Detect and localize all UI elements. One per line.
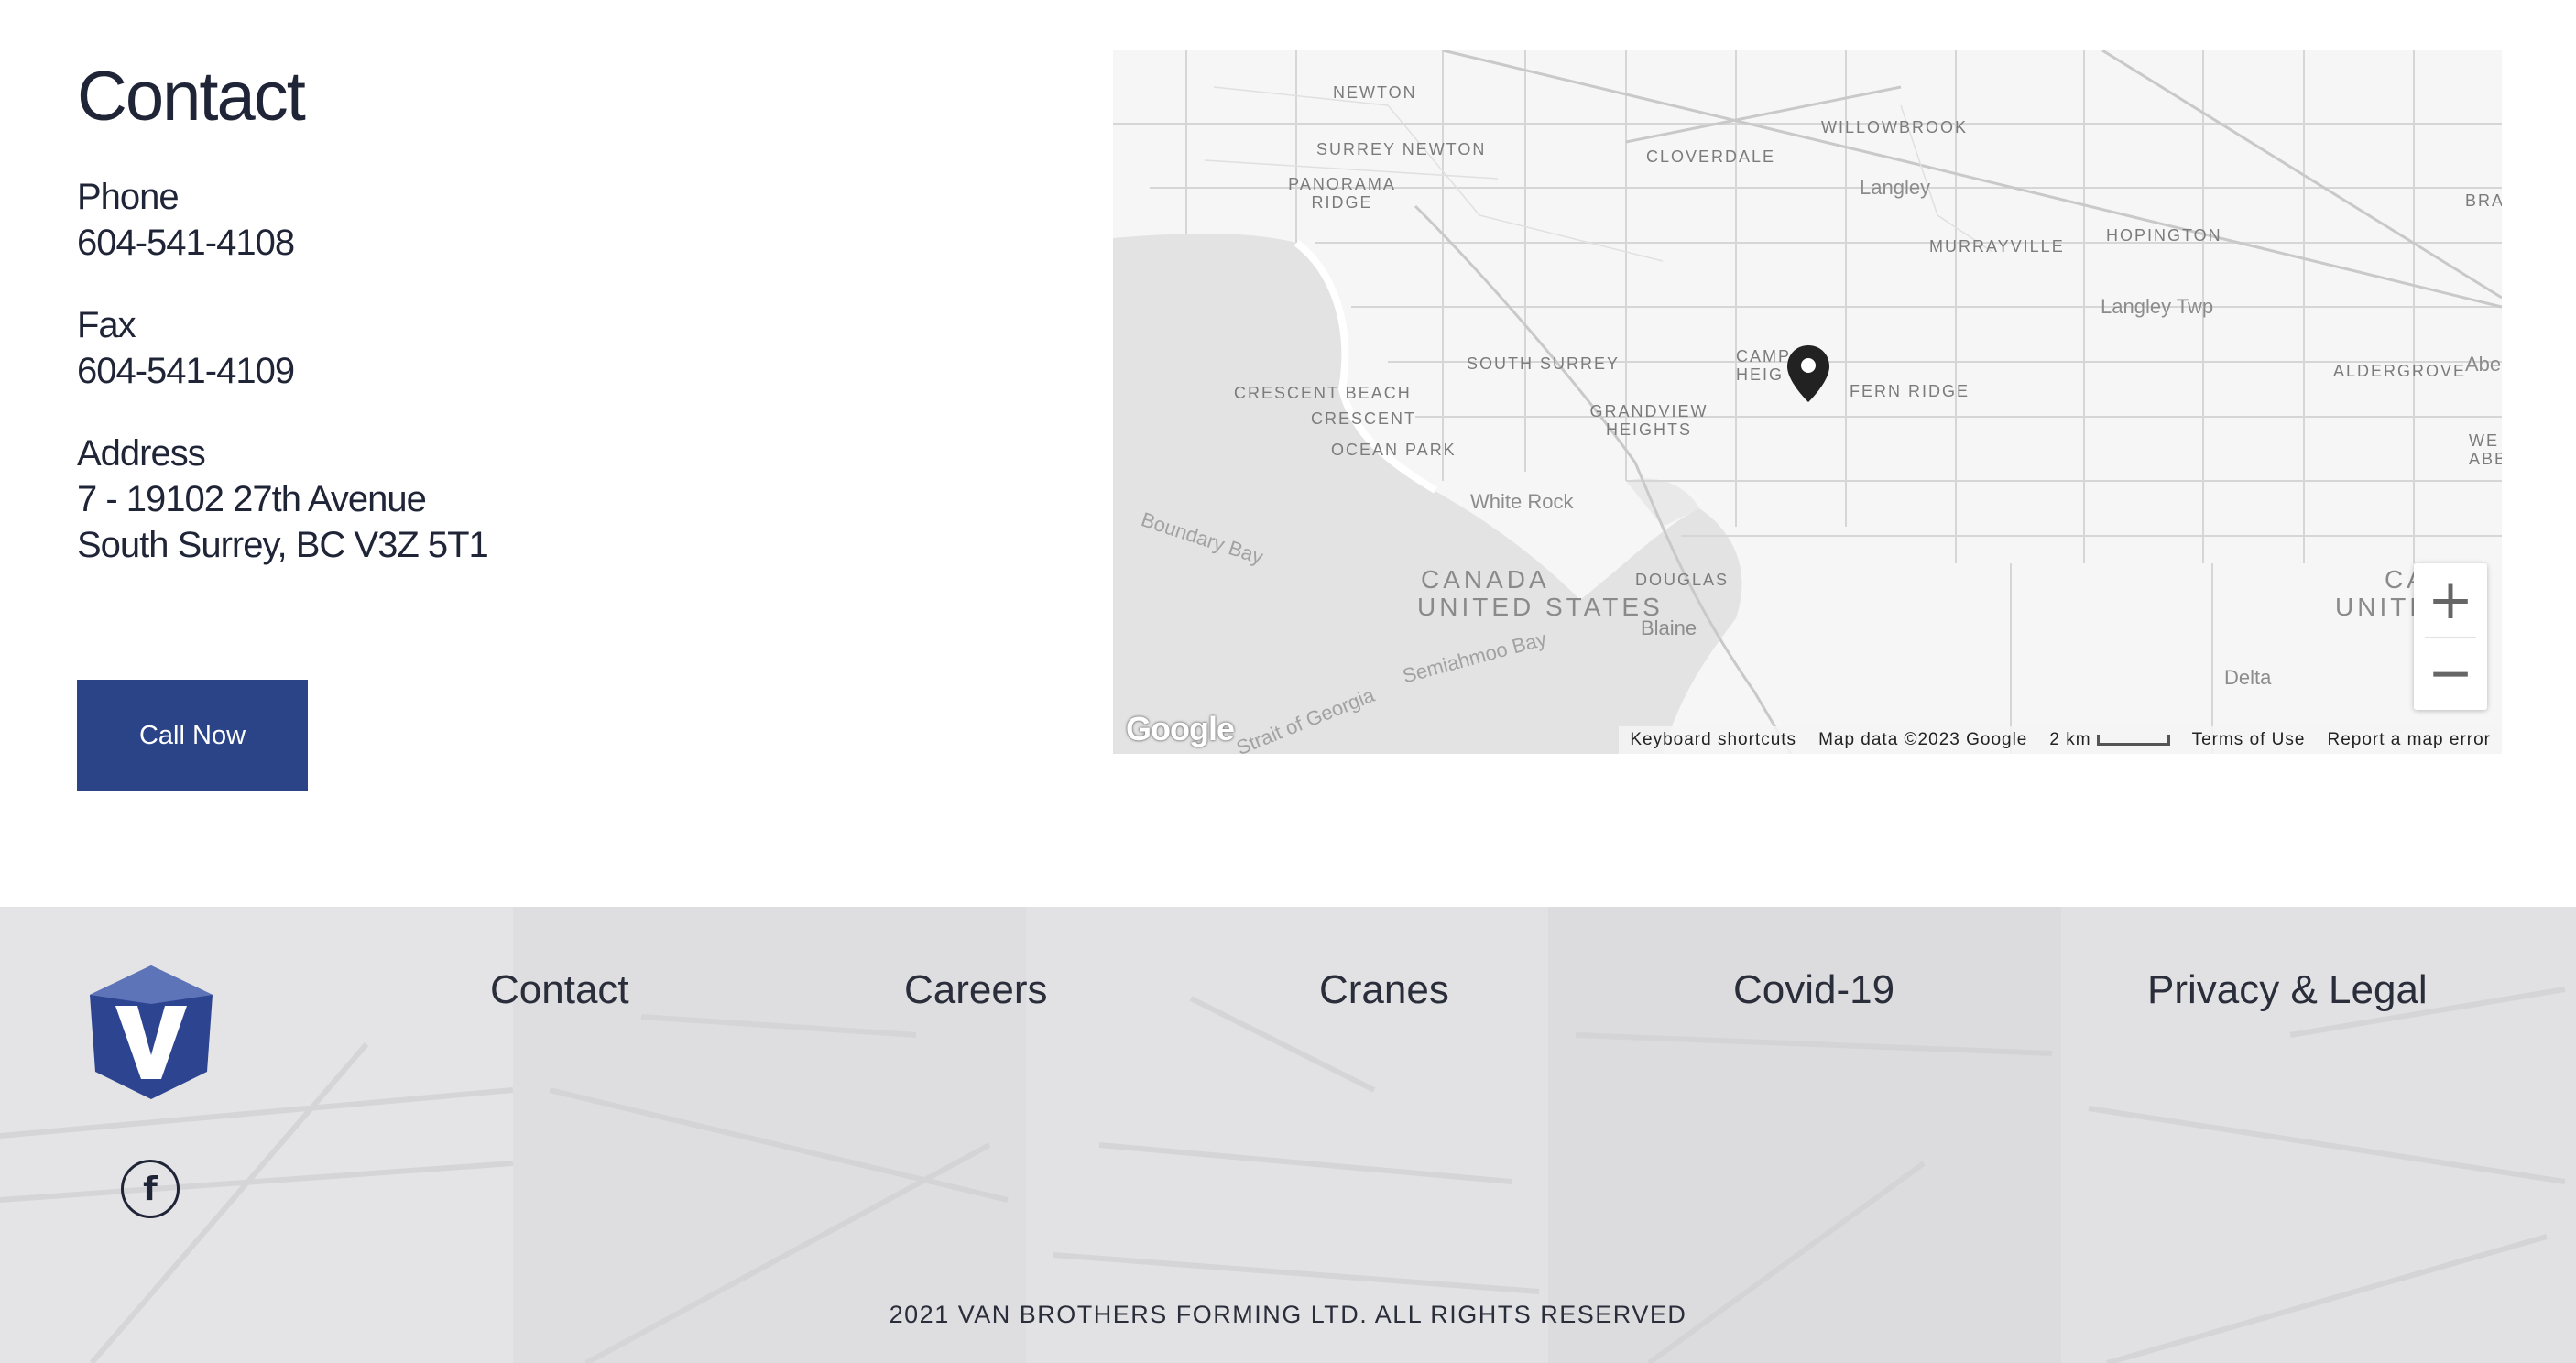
map-label: SURREY NEWTON <box>1316 140 1487 158</box>
map-label: ALDERGROVE <box>2333 362 2467 380</box>
fax-block: Fax 604-541-4109 <box>77 302 993 394</box>
footer-link-contact[interactable]: Contact <box>490 967 629 1013</box>
keyboard-shortcuts-link[interactable]: Keyboard shortcuts <box>1630 730 1796 750</box>
contact-section: Contact Phone 604-541-4108 Fax 604-541-4… <box>77 55 993 791</box>
fax-number: 604-541-4109 <box>77 351 295 391</box>
map-label: Abe <box>2465 353 2502 376</box>
map-label: DOUGLAS <box>1635 571 1730 589</box>
location-pin-icon[interactable] <box>1785 343 1831 404</box>
address-block: Address 7 - 19102 27th Avenue South Surr… <box>77 431 993 568</box>
map-label: GRANDVIEW HEIGHTS <box>1589 402 1708 439</box>
call-now-button[interactable]: Call Now <box>77 680 308 791</box>
footer-link-cranes[interactable]: Cranes <box>1319 967 1449 1013</box>
location-map[interactable]: NEWTON SURREY NEWTON PANORAMA RIDGE CLOV… <box>1113 50 2502 754</box>
map-label: BRA <box>2465 191 2502 210</box>
map-label: FERN RIDGE <box>1850 382 1970 400</box>
report-error-link[interactable]: Report a map error <box>2327 730 2491 750</box>
zoom-out-button[interactable]: − <box>2414 637 2487 710</box>
map-label: PANORAMA RIDGE <box>1288 175 1396 212</box>
google-logo[interactable]: Google <box>1126 710 1235 748</box>
map-label: CRESCENT BEACH <box>1234 384 1412 402</box>
map-label: WILLOWBROOK <box>1821 118 1969 136</box>
map-attribution: Keyboard shortcuts Map data ©2023 Google… <box>1619 726 2502 754</box>
phone-block: Phone 604-541-4108 <box>77 174 993 266</box>
company-logo[interactable] <box>88 964 214 1101</box>
footer-link-covid-19[interactable]: Covid-19 <box>1733 967 1894 1013</box>
map-label: Blaine <box>1641 616 1697 639</box>
map-label: Delta <box>2224 666 2272 689</box>
map-label: NEWTON <box>1333 83 1417 102</box>
map-label: SOUTH SURREY <box>1467 354 1621 373</box>
map-label: CANADA <box>1421 565 1550 594</box>
address-line-2: South Surrey, BC V3Z 5T1 <box>77 525 489 565</box>
footer-link-privacy-legal[interactable]: Privacy & Legal <box>2147 967 2428 1013</box>
phone-number[interactable]: 604-541-4108 <box>77 220 993 266</box>
zoom-in-button[interactable]: + <box>2414 563 2487 637</box>
terms-link[interactable]: Terms of Use <box>2192 730 2306 750</box>
map-label: WE ABBOTS <box>2469 431 2502 468</box>
map-label: OCEAN PARK <box>1331 441 1457 459</box>
scale-bar-icon <box>2096 734 2170 746</box>
map-data-text: Map data ©2023 Google <box>1818 730 2028 749</box>
zoom-divider <box>2425 637 2476 638</box>
map-label: White Rock <box>1470 490 1574 513</box>
facebook-icon[interactable]: f <box>121 1160 180 1218</box>
zoom-controls: + − <box>2414 563 2487 710</box>
map-label: CLOVERDALE <box>1646 147 1776 166</box>
scale-indicator[interactable]: 2 km <box>2049 730 2170 750</box>
map-label: UNITED STATES <box>1417 593 1664 621</box>
map-label: Langley <box>1860 176 1931 199</box>
page-title: Contact <box>77 58 306 136</box>
map-label: HOPINGTON <box>2106 226 2222 245</box>
map-label: MURRAYVILLE <box>1929 237 2065 256</box>
fax-label: Fax <box>77 305 136 345</box>
footer-link-careers[interactable]: Careers <box>904 967 1048 1013</box>
address-label: Address <box>77 433 206 474</box>
phone-label: Phone <box>77 177 180 217</box>
copyright-text: 2021 VAN BROTHERS FORMING LTD. ALL RIGHT… <box>889 1301 1687 1328</box>
map-label: CRESCENT <box>1311 409 1417 428</box>
scale-label: 2 km <box>2049 730 2091 749</box>
map-label: Langley Twp <box>2101 295 2214 318</box>
address-line-1: 7 - 19102 27th Avenue <box>77 479 427 519</box>
